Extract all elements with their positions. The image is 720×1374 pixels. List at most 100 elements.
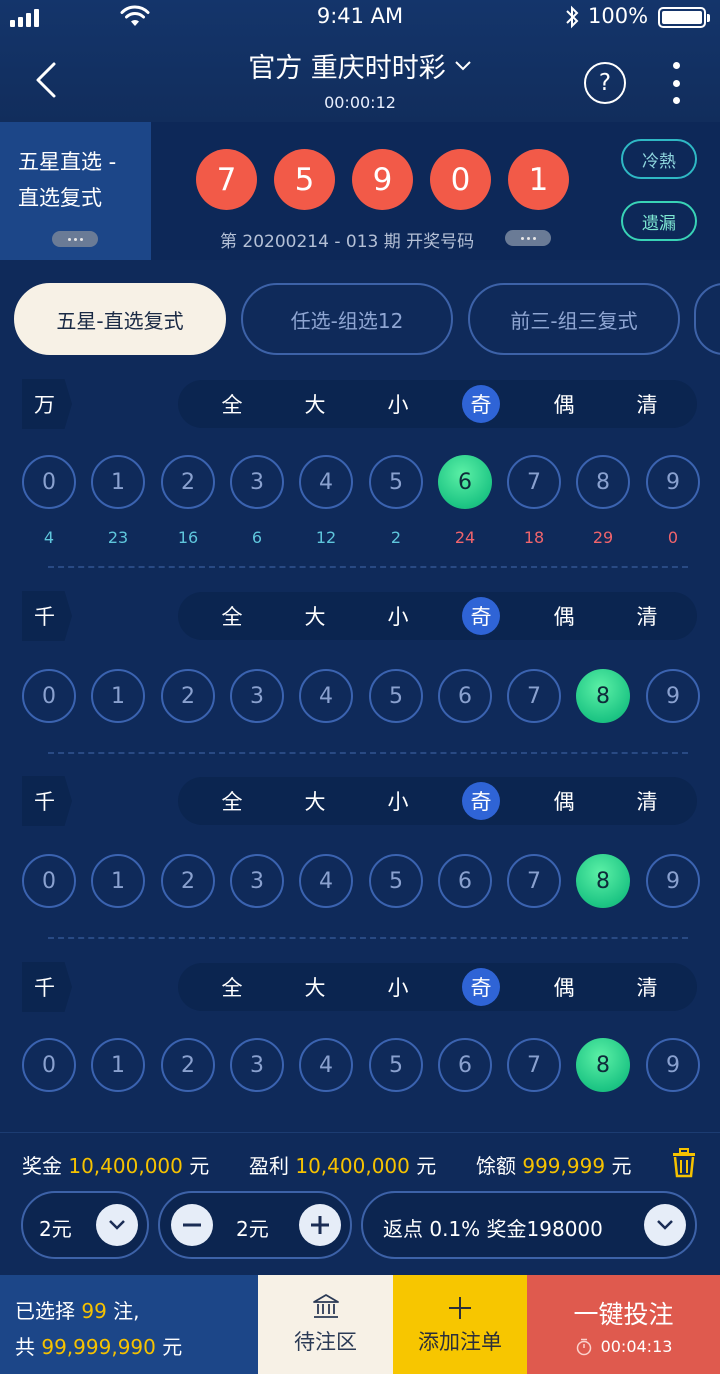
quick-pick-option[interactable]: 小 [378,592,418,640]
number-ball[interactable]: 5 [369,854,423,908]
tab-five-star[interactable]: 五星-直选复式 [14,283,226,355]
quick-pick-option[interactable]: 奇 [461,592,501,640]
number-ball[interactable]: 6 [438,1038,492,1092]
quick-pick-option[interactable]: 偶 [544,380,584,428]
more-icon[interactable] [672,62,680,104]
number-ball[interactable]: 1 [91,1038,145,1092]
unit-selector[interactable]: 2元 [21,1191,149,1259]
quick-pick-option[interactable]: 小 [378,963,418,1011]
total-unit: 元 [162,1335,183,1359]
number-ball[interactable]: 9 [646,455,700,509]
quick-pick-option[interactable]: 偶 [544,777,584,825]
quick-pick-option[interactable]: 全 [212,380,252,428]
trash-icon[interactable] [671,1148,697,1178]
quick-pick-option[interactable]: 清 [627,592,667,640]
add-order-button[interactable]: 添加注单 [393,1275,527,1374]
missing-button[interactable]: 遗漏 [621,201,697,241]
quick-pick-option[interactable]: 大 [295,777,335,825]
plus-icon[interactable] [299,1204,341,1246]
number-ball[interactable]: 2 [161,1038,215,1092]
tab-optional[interactable]: 任选-组选12 [241,283,453,355]
number-ball[interactable]: 7 [507,455,561,509]
prize-value: 10,400,000 [68,1154,183,1178]
number-ball[interactable]: 0 [22,669,76,723]
quick-pick-bar: 全 大 小 奇偶 清 [178,963,697,1011]
quick-pick-label: 清 [636,976,658,1000]
help-icon[interactable]: ? [584,62,626,104]
number-ball[interactable]: 7 [507,1038,561,1092]
quick-pick-option[interactable]: 全 [212,963,252,1011]
quick-pick-option[interactable]: 小 [378,380,418,428]
total-value: 99,999,990 [41,1335,156,1359]
selected-prefix: 已选择 [15,1299,75,1323]
tab-more[interactable] [694,283,720,355]
quick-pick-option[interactable]: 偶 [544,592,584,640]
pending-area-button[interactable]: 待注区 [258,1275,393,1374]
number-ball[interactable]: 0 [22,1038,76,1092]
number-ball[interactable]: 0 [22,854,76,908]
number-ball[interactable]: 5 [369,455,423,509]
number-ball[interactable]: 9 [646,854,700,908]
number-ball[interactable]: 9 [646,1038,700,1092]
number-ball[interactable]: 6 [438,854,492,908]
number-ball[interactable]: 4 [299,455,353,509]
quick-pick-label: 偶 [553,393,575,417]
number-ball[interactable]: 9 [646,669,700,723]
number-ball[interactable]: 4 [299,854,353,908]
number-ball[interactable]: 2 [161,854,215,908]
number-ball[interactable]: 6 [438,669,492,723]
quick-pick-option[interactable]: 大 [295,380,335,428]
number-ball[interactable]: 3 [230,455,284,509]
number-ball[interactable]: 6 [438,455,492,509]
number-ball[interactable]: 8 [576,455,630,509]
number-ball[interactable]: 7 [507,854,561,908]
hot-cold-button[interactable]: 冷熱 [621,139,697,179]
quick-bet-button[interactable]: 一键投注 00:04:13 [527,1275,720,1374]
quick-pick-option[interactable]: 小 [378,777,418,825]
quick-pick-option[interactable]: 清 [627,963,667,1011]
number-ball[interactable]: 1 [91,669,145,723]
quick-pick-option[interactable]: 奇 [461,380,501,428]
number-ball[interactable]: 7 [507,669,561,723]
quick-pick-option[interactable]: 全 [212,777,252,825]
missing-stat: 12 [315,528,337,547]
quick-pick-label: 大 [304,976,326,1000]
number-ball[interactable]: 5 [369,669,423,723]
rebate-selector[interactable]: 返点 0.1% 奖金198000 [361,1191,697,1259]
add-order-label: 添加注单 [418,1330,502,1354]
play-mode-selector[interactable]: 五星直选 - 直选复式 [0,122,151,260]
quick-pick-option[interactable]: 奇 [461,963,501,1011]
quick-pick-option[interactable]: 清 [627,777,667,825]
quick-pick-option[interactable]: 大 [295,963,335,1011]
quick-pick-option[interactable]: 偶 [544,963,584,1011]
number-ball[interactable]: 4 [299,1038,353,1092]
quick-pick-option[interactable]: 奇 [461,777,501,825]
number-ball[interactable]: 5 [369,1038,423,1092]
history-dots-icon[interactable] [505,230,551,246]
number-ball[interactable]: 1 [91,854,145,908]
quick-pick-label: 小 [387,976,409,1000]
number-ball[interactable]: 2 [161,669,215,723]
chevron-down-icon[interactable] [96,1204,138,1246]
quick-pick-option[interactable]: 清 [627,380,667,428]
amount-stepper[interactable]: 2元 [158,1191,352,1259]
number-ball[interactable]: 8 [576,1038,630,1092]
quick-pick-option[interactable]: 大 [295,592,335,640]
number-ball[interactable]: 3 [230,669,284,723]
number-ball[interactable]: 3 [230,1038,284,1092]
number-ball[interactable]: 4 [299,669,353,723]
bluetooth-icon [566,5,579,29]
chevron-down-icon[interactable] [644,1204,686,1246]
number-ball[interactable]: 8 [576,854,630,908]
number-ball[interactable]: 3 [230,854,284,908]
profit-label: 盈利 [249,1154,289,1178]
number-ball[interactable]: 8 [576,669,630,723]
number-ball[interactable]: 0 [22,455,76,509]
number-ball[interactable]: 1 [91,455,145,509]
unit-value: 2元 [39,1217,72,1241]
draw-ball: 1 [508,149,569,210]
minus-icon[interactable] [171,1204,213,1246]
quick-pick-option[interactable]: 全 [212,592,252,640]
number-ball[interactable]: 2 [161,455,215,509]
tab-front-three[interactable]: 前三-组三复式 [468,283,680,355]
